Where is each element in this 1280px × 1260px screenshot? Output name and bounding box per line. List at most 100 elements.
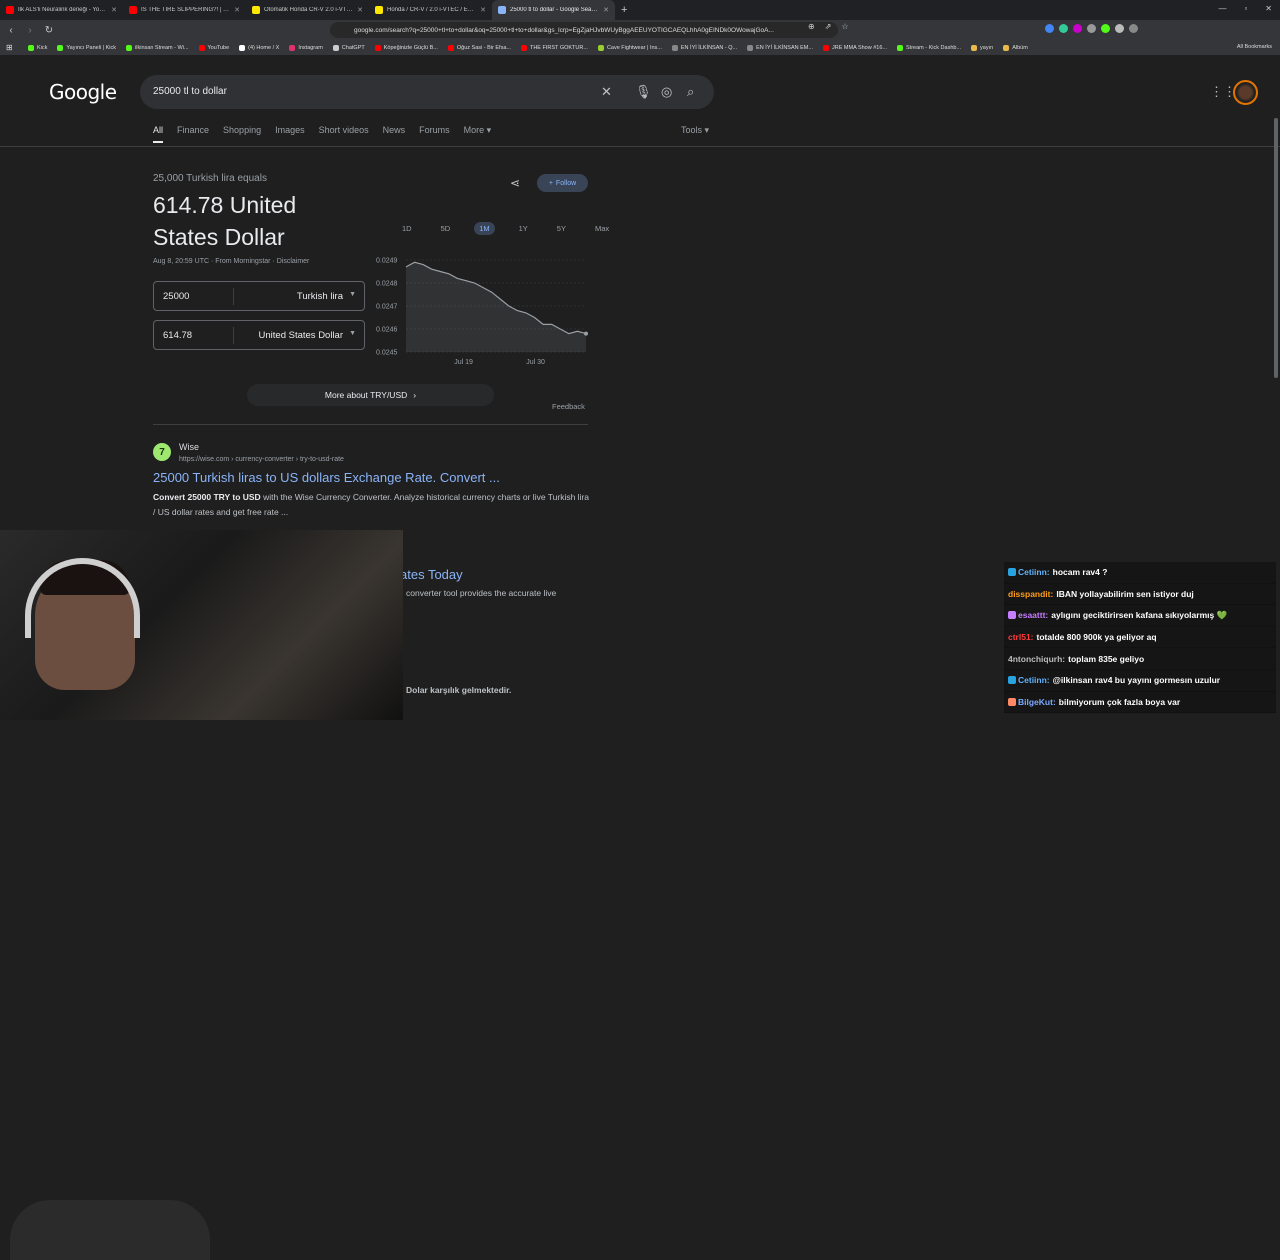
share-page-icon[interactable]: ⇗ <box>825 22 832 31</box>
bookmark-item[interactable]: Albüm <box>1003 45 1028 51</box>
filter-tab[interactable]: All <box>153 125 163 143</box>
chat-username[interactable]: Cetiinn: <box>1018 675 1050 685</box>
chat-username[interactable]: esaattt: <box>1018 610 1048 620</box>
bookmark-item[interactable]: yayın <box>971 45 993 51</box>
close-window-icon[interactable]: ✕ <box>1265 4 1272 13</box>
bookmark-favicon-icon <box>747 45 753 51</box>
tab[interactable]: Honda / CR-V / 2.0 i-VTEC / ES / 38...✕ <box>369 0 492 20</box>
chat-username[interactable]: 4ntonchiqurh: <box>1008 654 1065 664</box>
search-icon[interactable]: ⌕ <box>687 84 694 100</box>
extension-icon[interactable] <box>1087 24 1096 33</box>
puzzle-icon[interactable] <box>1115 24 1124 33</box>
bookmark-item[interactable]: Köpeğinizle Güçlü B... <box>375 45 438 51</box>
filter-tab[interactable]: Finance <box>177 125 209 143</box>
tools-button[interactable]: Tools ▾ <box>681 125 709 136</box>
to-amount-input[interactable]: 614.78 <box>163 330 192 341</box>
tab[interactable]: IS THE TIRE SLIPPERING?! | 55rides | ...… <box>123 0 246 20</box>
to-currency-select[interactable]: United States Dollar <box>259 330 343 341</box>
more-about-button[interactable]: More about TRY/USD› <box>247 384 494 406</box>
google-logo[interactable]: Google <box>49 80 117 104</box>
filter-tab[interactable]: Forums <box>419 125 450 143</box>
chat-username[interactable]: BilgeKut: <box>1018 697 1056 707</box>
close-tab-icon[interactable]: ✕ <box>357 6 363 14</box>
back-icon[interactable]: ‹ <box>3 25 19 36</box>
bookmark-item[interactable]: Kick <box>28 45 47 51</box>
range-tab[interactable]: 5Y <box>552 222 571 235</box>
bookmark-star-icon[interactable]: ☆ <box>841 22 848 31</box>
apps-icon[interactable]: ⊞ <box>6 43 13 52</box>
chat-username[interactable]: ctrl51: <box>1008 632 1034 642</box>
clear-icon[interactable]: ✕ <box>601 84 612 100</box>
bookmark-item[interactable]: (4) Home / X <box>239 45 279 51</box>
from-currency-select[interactable]: Turkish lira <box>297 291 343 302</box>
all-bookmarks[interactable]: All Bookmarks <box>1237 44 1272 50</box>
address-bar[interactable]: google.com/search?q=25000+tl+to+dollar&o… <box>330 22 838 38</box>
zoom-icon[interactable]: ⊕ <box>808 22 815 31</box>
minimize-icon[interactable]: — <box>1218 4 1226 13</box>
close-tab-icon[interactable]: ✕ <box>234 6 240 14</box>
tab[interactable]: Otomatik Honda CR-V 2.0 i-VTEC Fiy...✕ <box>246 0 369 20</box>
close-tab-icon[interactable]: ✕ <box>480 6 486 14</box>
maximize-icon[interactable]: ▫ <box>1244 4 1247 13</box>
filter-tab[interactable]: News <box>383 125 406 143</box>
result-site-name[interactable]: Wise <box>179 442 199 452</box>
bookmark-item[interactable]: Yayıncı Paneli | Kick <box>57 45 116 51</box>
from-amount-input[interactable]: 25000 <box>163 291 189 302</box>
avatar[interactable] <box>1233 80 1258 105</box>
filter-tab[interactable]: More ▾ <box>464 125 492 143</box>
extension-icon[interactable] <box>1101 24 1110 33</box>
tab[interactable]: İlk ALS'li Neuralink deneği - YouTube✕ <box>0 0 123 20</box>
result-url[interactable]: https://wise.com › currency-converter › … <box>179 456 344 463</box>
follow-button[interactable]: +Follow <box>537 174 588 192</box>
search-input[interactable]: 25000 tl to dollar <box>153 86 227 97</box>
tab[interactable]: 25000 tl to dollar - Google Search✕ <box>492 0 615 20</box>
bookmark-favicon-icon <box>971 45 977 51</box>
bookmark-item[interactable]: Stream - Kick Dashb... <box>897 45 961 51</box>
chat-username[interactable]: Cetiinn: <box>1018 567 1050 577</box>
omnibox-actions: ⊕ ⇗ ☆ <box>808 22 849 31</box>
bookmark-item[interactable]: JRE MMA Show #16... <box>823 45 887 51</box>
forward-icon[interactable]: › <box>22 25 38 36</box>
chat-text: totalde 800 900k ya geliyor aq <box>1037 632 1157 642</box>
range-tab[interactable]: 1M <box>474 222 494 235</box>
from-currency-field[interactable]: 25000 Turkish lira ▼ <box>153 281 365 311</box>
bookmark-item[interactable]: Cave Fightwear | Ins... <box>598 45 662 51</box>
chat-text: toplam 835e geliyo <box>1068 654 1144 664</box>
feedback-link[interactable]: Feedback <box>552 402 585 411</box>
extension-icon[interactable] <box>1073 24 1082 33</box>
range-tab[interactable]: Max <box>590 222 614 235</box>
result-title[interactable]: ates Today <box>400 567 463 582</box>
microphone-icon[interactable]: 🎙 <box>635 84 652 100</box>
bookmark-item[interactable]: YouTube <box>199 45 230 51</box>
tab-label: IS THE TIRE SLIPPERING?! | 55rides | ... <box>141 7 230 13</box>
bookmark-item[interactable]: EN İYİ İLKİNSAN - Q... <box>672 45 737 51</box>
extension-icon[interactable] <box>1059 24 1068 33</box>
chat-text: aylıgını geciktirirsen kafana sıkıyolarm… <box>1051 610 1227 621</box>
scrollbar[interactable] <box>1274 118 1278 378</box>
bookmark-item[interactable]: Oğuz Sasi - Bir Efsa... <box>448 45 511 51</box>
extension-icon[interactable] <box>1045 24 1054 33</box>
profile-icon[interactable] <box>1129 24 1138 33</box>
filter-tab[interactable]: Shopping <box>223 125 261 143</box>
range-tab[interactable]: 5D <box>436 222 456 235</box>
filter-tab[interactable]: Images <box>275 125 305 143</box>
bookmark-item[interactable]: Instagram <box>289 45 322 51</box>
bookmark-item[interactable]: ilkinsan Stream - Wi... <box>126 45 188 51</box>
share-icon[interactable]: ⋖ <box>510 176 520 190</box>
lens-icon[interactable]: ◎ <box>661 84 672 100</box>
bookmark-item[interactable]: THE FIRST GOKTUR... <box>521 45 588 51</box>
bookmark-item[interactable]: ChatGPT <box>333 45 365 51</box>
result-title[interactable]: 25000 Turkish liras to US dollars Exchan… <box>153 470 500 485</box>
range-tab[interactable]: 1Y <box>514 222 533 235</box>
chat-username[interactable]: disspandit: <box>1008 589 1053 599</box>
filter-tab[interactable]: Short videos <box>319 125 369 143</box>
to-currency-field[interactable]: 614.78 United States Dollar ▼ <box>153 320 365 350</box>
bookmark-item[interactable]: EN İYİ İLKİNSAN EM... <box>747 45 813 51</box>
bookmark-favicon-icon <box>239 45 245 51</box>
close-tab-icon[interactable]: ✕ <box>111 6 117 14</box>
range-tab[interactable]: 1D <box>397 222 417 235</box>
search-box[interactable]: 25000 tl to dollar ✕ 🎙 ◎ ⌕ <box>140 75 714 109</box>
reload-icon[interactable]: ↻ <box>41 25 57 36</box>
close-tab-icon[interactable]: ✕ <box>603 6 609 14</box>
new-tab-button[interactable]: + <box>621 4 627 16</box>
